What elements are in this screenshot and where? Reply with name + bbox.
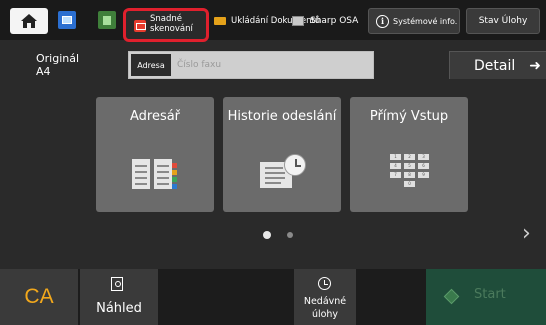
easy-scan-icon	[134, 20, 146, 32]
page-indicator	[263, 231, 303, 241]
recent-jobs-button[interactable]: Nedávné úlohy	[294, 269, 356, 325]
start-icon	[443, 288, 460, 305]
detail-label: Detail	[474, 57, 516, 74]
fax-number-placeholder: Číslo faxu	[177, 60, 222, 70]
scan-icon	[103, 15, 111, 25]
system-info-button[interactable]: i Systémové info.	[368, 8, 460, 34]
sharp-osa-shortcut[interactable]: Sharp OSA	[292, 8, 358, 34]
history-clock-icon	[318, 277, 331, 290]
direct-entry-button[interactable]: Přímý Vstup 1 2 3 4 5 6 7 8 9 0	[350, 97, 468, 212]
easy-scan-label: Snadné skenování	[150, 14, 193, 34]
scan-mode-button[interactable]	[98, 11, 116, 29]
job-status-button[interactable]: Stav Úlohy	[466, 8, 540, 34]
sharp-osa-label: Sharp OSA	[310, 16, 359, 26]
original-size: A4	[36, 65, 51, 78]
address-tag: Adresa	[131, 54, 171, 76]
address-book-icon	[132, 159, 178, 189]
preview-button[interactable]: Náhled	[80, 269, 158, 325]
send-history-button[interactable]: Historie odeslání	[223, 97, 341, 212]
direct-entry-label: Přímý Vstup	[369, 109, 449, 124]
preview-icon	[111, 277, 123, 291]
clear-all-button[interactable]: CA	[0, 269, 78, 325]
send-history-label: Historie odeslání	[227, 109, 337, 124]
copy-icon	[62, 16, 72, 24]
keypad-icon: 1 2 3 4 5 6 7 8 9 0	[390, 154, 430, 190]
folder-icon	[214, 17, 226, 25]
recent-jobs-label: Nedávné úlohy	[303, 296, 347, 320]
address-field[interactable]: Adresa Číslo faxu	[128, 51, 374, 79]
original-info[interactable]: Originál A4	[36, 52, 79, 78]
arrow-right-icon: ➜	[529, 57, 541, 74]
clock-icon	[284, 154, 306, 176]
start-button[interactable]: Start	[426, 269, 546, 325]
page-dot-inactive	[287, 232, 293, 238]
sharp-osa-icon	[292, 16, 304, 26]
address-book-label: Adresář	[129, 109, 181, 124]
address-book-button[interactable]: Adresář	[96, 97, 214, 212]
info-icon: i	[376, 14, 389, 28]
detail-button[interactable]: Detail ➜	[449, 51, 546, 79]
copy-mode-button[interactable]	[58, 11, 76, 29]
home-icon	[21, 14, 37, 28]
original-label: Originál	[36, 52, 80, 65]
home-button[interactable]	[10, 8, 48, 34]
history-icon	[260, 152, 310, 192]
easy-scan-shortcut[interactable]: Snadné skenování	[123, 8, 209, 42]
page-dot-active	[263, 231, 271, 239]
start-label: Start	[474, 287, 506, 302]
system-info-label: Systémové info.	[393, 16, 458, 26]
preview-label: Náhled	[96, 301, 142, 316]
next-page-chevron-icon[interactable]: ›	[522, 221, 531, 246]
